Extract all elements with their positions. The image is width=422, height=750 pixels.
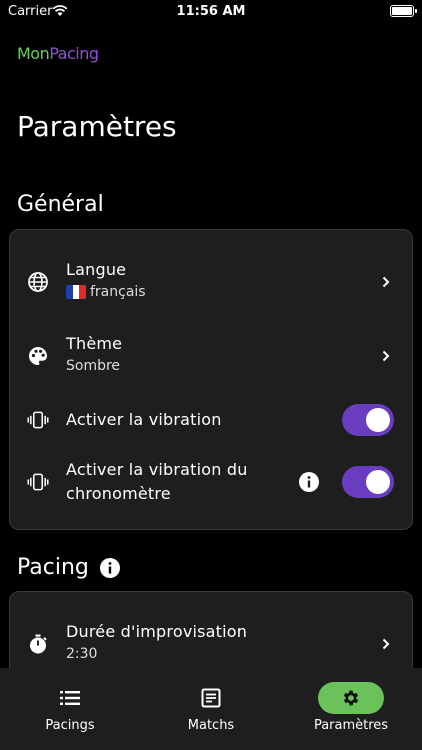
active-tab-indicator bbox=[318, 682, 384, 714]
section-title-general: Général bbox=[17, 192, 104, 217]
section-title-pacing: Pacing bbox=[17, 555, 121, 580]
improv-duration-value: 2:30 bbox=[66, 646, 98, 662]
app-logo: MonPacing bbox=[17, 44, 99, 63]
pacing-section-label: Pacing bbox=[17, 555, 89, 580]
chrono-vibration-title-line2: chronomètre bbox=[66, 484, 171, 503]
info-icon[interactable] bbox=[298, 471, 320, 493]
chevron-right-icon bbox=[382, 276, 390, 288]
french-flag-icon bbox=[66, 285, 86, 299]
logo-mon: Mon bbox=[17, 44, 50, 63]
status-time: 11:56 AM bbox=[176, 4, 246, 19]
chevron-right-icon bbox=[382, 638, 390, 650]
chrono-vibration-toggle[interactable] bbox=[342, 466, 394, 498]
theme-row[interactable]: Thème Sombre bbox=[10, 324, 414, 388]
stopwatch-icon bbox=[27, 633, 49, 655]
logo-pacing: Pacing bbox=[49, 44, 99, 63]
language-title: Langue bbox=[66, 260, 127, 279]
battery-icon bbox=[390, 5, 417, 17]
general-settings-card: Langue français Thème Sombre Activer la … bbox=[9, 229, 413, 530]
gear-icon bbox=[343, 690, 359, 706]
nav-label-pacings: Pacings bbox=[45, 718, 95, 733]
nav-tab-parametres[interactable]: Paramètres bbox=[281, 682, 421, 733]
language-row[interactable]: Langue français bbox=[10, 250, 414, 314]
vibration-row: Activer la vibration bbox=[10, 398, 414, 442]
chrono-vibration-row: Activer la vibration du chronomètre bbox=[10, 452, 414, 512]
vibration-title: Activer la vibration bbox=[66, 410, 222, 429]
improv-duration-title: Durée d'improvisation bbox=[66, 622, 248, 641]
chevron-right-icon bbox=[382, 350, 390, 362]
nav-label-matchs: Matchs bbox=[187, 718, 235, 733]
globe-icon bbox=[27, 271, 49, 293]
document-icon bbox=[201, 688, 221, 708]
page-title: Paramètres bbox=[17, 110, 177, 143]
list-icon bbox=[60, 691, 80, 705]
vibration-icon bbox=[27, 471, 49, 493]
nav-tab-matchs[interactable]: Matchs bbox=[141, 682, 281, 733]
language-value: français bbox=[90, 284, 146, 300]
nav-tab-pacings[interactable]: Pacings bbox=[0, 682, 140, 733]
improv-duration-row[interactable]: Durée d'improvisation 2:30 bbox=[10, 612, 414, 676]
vibration-toggle[interactable] bbox=[342, 404, 394, 436]
bottom-navigation: Pacings Matchs Paramètres bbox=[0, 668, 422, 750]
palette-icon bbox=[27, 345, 49, 367]
info-icon[interactable] bbox=[99, 557, 121, 579]
theme-value: Sombre bbox=[66, 358, 121, 374]
chrono-vibration-title-line1: Activer la vibration du bbox=[66, 460, 248, 479]
vibration-icon bbox=[27, 409, 49, 431]
theme-title: Thème bbox=[66, 334, 123, 353]
status-bar: Carrier 11:56 AM bbox=[0, 0, 422, 24]
nav-label-parametres: Paramètres bbox=[313, 718, 389, 733]
